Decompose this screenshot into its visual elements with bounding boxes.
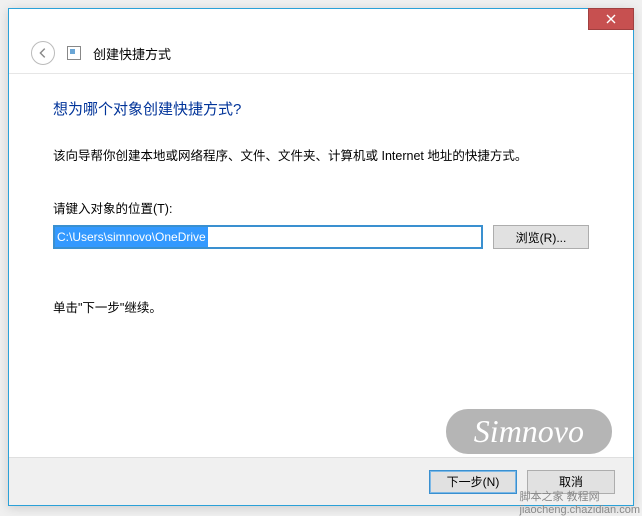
arrow-left-icon bbox=[36, 46, 50, 60]
back-button[interactable] bbox=[31, 41, 55, 65]
description-text: 该向导帮你创建本地或网络程序、文件、文件夹、计算机或 Internet 地址的快… bbox=[53, 145, 589, 164]
continue-hint: 单击"下一步"继续。 bbox=[53, 297, 589, 316]
dialog-window: 创建快捷方式 想为哪个对象创建快捷方式? 该向导帮你创建本地或网络程序、文件、文… bbox=[8, 8, 634, 506]
location-label: 请键入对象的位置(T): bbox=[53, 198, 589, 217]
browse-button[interactable]: 浏览(R)... bbox=[493, 225, 589, 249]
titlebar bbox=[9, 9, 633, 37]
location-input[interactable]: C:\Users\simnovo\OneDrive bbox=[53, 225, 483, 249]
location-input-value: C:\Users\simnovo\OneDrive bbox=[55, 227, 208, 247]
footer-bar: 下一步(N) 取消 bbox=[9, 457, 633, 505]
location-row: C:\Users\simnovo\OneDrive 浏览(R)... bbox=[53, 225, 589, 249]
content-area: 想为哪个对象创建快捷方式? 该向导帮你创建本地或网络程序、文件、文件夹、计算机或… bbox=[9, 74, 633, 316]
cancel-button[interactable]: 取消 bbox=[527, 470, 615, 494]
shortcut-icon bbox=[67, 46, 81, 60]
close-button[interactable] bbox=[588, 8, 634, 30]
header-row: 创建快捷方式 bbox=[9, 37, 633, 73]
window-title: 创建快捷方式 bbox=[93, 44, 171, 63]
page-heading: 想为哪个对象创建快捷方式? bbox=[53, 98, 589, 119]
close-icon bbox=[606, 14, 616, 24]
next-button[interactable]: 下一步(N) bbox=[429, 470, 517, 494]
